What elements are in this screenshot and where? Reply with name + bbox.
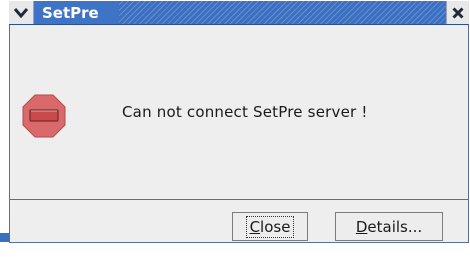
details-button-label: etails... [367, 217, 423, 236]
window-title: SetPre [42, 4, 99, 22]
background-window-edge [0, 233, 9, 242]
details-button[interactable]: Details... [335, 212, 443, 241]
title-bar[interactable]: SetPre [9, 1, 469, 25]
close-button-label: lose [260, 217, 291, 236]
button-separator [10, 199, 468, 200]
error-message: Can not connect SetPre server ! [122, 103, 368, 121]
app-window: SetPre Can not connect SetPre server ! C… [0, 0, 470, 257]
chevron-down-icon [14, 7, 28, 18]
close-button-mnemonic: C [249, 217, 261, 236]
close-icon [452, 6, 464, 19]
close-button-focus-ring: Close [245, 215, 295, 238]
close-button[interactable]: Close [232, 212, 308, 241]
window-menu-button[interactable] [9, 1, 34, 24]
details-button-mnemonic: D [355, 217, 368, 236]
error-dialog [9, 1, 469, 243]
window-close-button[interactable] [446, 1, 469, 24]
stop-error-icon [22, 94, 66, 138]
